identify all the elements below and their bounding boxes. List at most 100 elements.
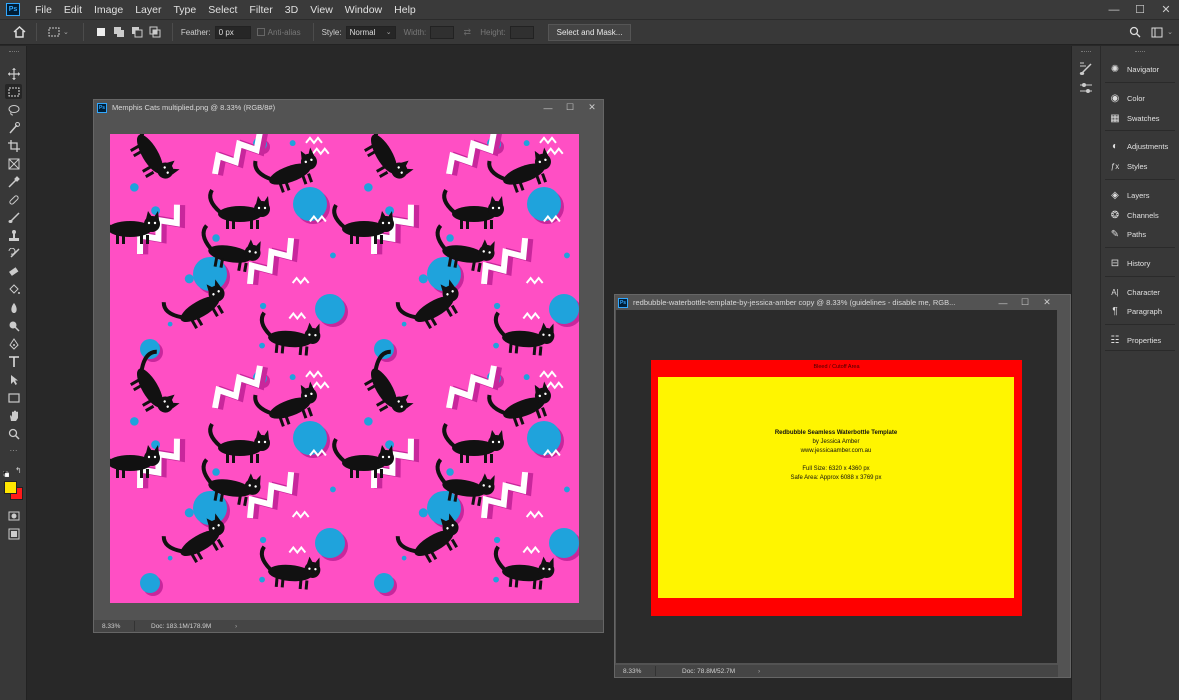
rectangle-tool-icon[interactable] bbox=[5, 390, 22, 405]
panel-properties[interactable]: ☷ Properties bbox=[1109, 334, 1162, 346]
zoom-tool-icon[interactable] bbox=[5, 426, 22, 441]
close-button[interactable]: ✕ bbox=[1036, 295, 1058, 310]
style-value: Normal bbox=[349, 27, 376, 37]
zoom-level[interactable]: 8.33% bbox=[94, 623, 134, 630]
pattern-dot bbox=[493, 576, 499, 583]
pattern-dot bbox=[212, 234, 220, 242]
style-select[interactable]: Normal ⌄ bbox=[345, 25, 396, 39]
default-colors-icon[interactable] bbox=[2, 468, 10, 478]
pattern-dot bbox=[523, 374, 530, 381]
template-full-size: Full Size: 6320 x 4360 px bbox=[802, 466, 870, 472]
menu-3d[interactable]: 3D bbox=[279, 4, 304, 16]
panel-label: Swatches bbox=[1127, 113, 1160, 123]
pattern-dot bbox=[418, 274, 428, 284]
minimize-button[interactable]: — bbox=[537, 100, 559, 115]
intersect-selection-icon[interactable] bbox=[148, 25, 162, 39]
menu-file[interactable]: File bbox=[29, 4, 58, 16]
brush-settings-icon[interactable] bbox=[1079, 62, 1093, 79]
panel-label: Paths bbox=[1127, 229, 1147, 239]
menu-help[interactable]: Help bbox=[388, 4, 422, 16]
menu-filter[interactable]: Filter bbox=[243, 4, 278, 16]
panel-paths[interactable]: ✎ Paths bbox=[1109, 228, 1146, 240]
memphis-cats-image bbox=[110, 134, 579, 603]
rectangular-marquee-tool-icon[interactable] bbox=[5, 84, 22, 99]
menu-select[interactable]: Select bbox=[202, 4, 243, 16]
frame-tool-icon[interactable] bbox=[5, 156, 22, 171]
document-title: redbubble-waterbottle-template-by-jessic… bbox=[633, 298, 956, 307]
maximize-button[interactable]: ☐ bbox=[1127, 0, 1153, 19]
marquee-preset-icon[interactable] bbox=[47, 25, 61, 39]
menu-layer[interactable]: Layer bbox=[129, 4, 167, 16]
document-window-redbubble-template[interactable]: Ps redbubble-waterbottle-template-by-jes… bbox=[614, 294, 1071, 678]
type-tool-icon[interactable] bbox=[5, 354, 22, 369]
zoom-level[interactable]: 8.33% bbox=[615, 668, 655, 675]
chevron-down-icon[interactable]: ⌄ bbox=[63, 28, 69, 36]
quick-selection-tool-icon[interactable] bbox=[5, 120, 22, 135]
document-window-memphis-cats[interactable]: Ps Memphis Cats multiplied.png @ 8.33% (… bbox=[93, 99, 604, 633]
document-title-bar[interactable]: Ps Memphis Cats multiplied.png @ 8.33% (… bbox=[94, 100, 603, 115]
canvas-area: Bleed / Cutoff Area Redbubble Seamless W… bbox=[616, 310, 1057, 663]
minimize-button[interactable]: — bbox=[992, 295, 1014, 310]
dodge-tool-icon[interactable] bbox=[5, 318, 22, 333]
crop-tool-icon[interactable] bbox=[5, 138, 22, 153]
chevron-right-icon[interactable]: › bbox=[758, 668, 760, 675]
pattern-circle bbox=[549, 528, 579, 558]
clone-stamp-tool-icon[interactable] bbox=[5, 228, 22, 243]
panel-channels[interactable]: ❂ Channels bbox=[1109, 209, 1159, 221]
menu-window[interactable]: Window bbox=[339, 4, 388, 16]
screen-mode-icon[interactable] bbox=[5, 526, 22, 541]
home-icon[interactable] bbox=[12, 25, 26, 39]
pattern-dot bbox=[493, 302, 501, 310]
pen-tool-icon[interactable] bbox=[5, 336, 22, 351]
move-tool-icon[interactable] bbox=[5, 66, 22, 81]
path-selection-tool-icon[interactable] bbox=[5, 372, 22, 387]
feather-input[interactable]: 0 px bbox=[214, 25, 251, 39]
blur-tool-icon[interactable] bbox=[5, 300, 22, 315]
maximize-button[interactable]: ☐ bbox=[559, 100, 581, 115]
lasso-tool-icon[interactable] bbox=[5, 102, 22, 117]
panel-layers[interactable]: ◈ Layers bbox=[1109, 189, 1149, 201]
antialias-checkbox[interactable] bbox=[256, 28, 265, 36]
panel-styles[interactable]: ƒx Styles bbox=[1109, 160, 1148, 172]
panel-grip-icon bbox=[1135, 51, 1145, 53]
paths-icon: ✎ bbox=[1110, 228, 1120, 240]
eraser-tool-icon[interactable] bbox=[5, 264, 22, 279]
minimize-button[interactable]: — bbox=[1101, 0, 1127, 19]
panel-swatches[interactable]: ▦ Swatches bbox=[1109, 112, 1160, 124]
close-button[interactable]: ✕ bbox=[1153, 0, 1179, 19]
workspace-icon[interactable] bbox=[1150, 25, 1164, 39]
chevron-right-icon[interactable]: › bbox=[235, 623, 237, 630]
edit-toolbar-icon[interactable]: ··· bbox=[5, 445, 22, 455]
history-brush-tool-icon[interactable] bbox=[5, 246, 22, 261]
close-button[interactable]: ✕ bbox=[581, 100, 603, 115]
panel-paragraph[interactable]: ¶ Paragraph bbox=[1109, 305, 1162, 317]
healing-brush-tool-icon[interactable] bbox=[5, 192, 22, 207]
maximize-button[interactable]: ☐ bbox=[1014, 295, 1036, 310]
chevron-down-icon[interactable]: ⌄ bbox=[1167, 28, 1173, 36]
subtract-selection-icon[interactable] bbox=[130, 25, 144, 39]
add-selection-icon[interactable] bbox=[112, 25, 126, 39]
panel-character[interactable]: A| Character bbox=[1109, 286, 1160, 298]
search-icon[interactable] bbox=[1128, 25, 1142, 39]
brush-tool-icon[interactable] bbox=[5, 210, 22, 225]
eyedropper-tool-icon[interactable] bbox=[5, 174, 22, 189]
menu-edit[interactable]: Edit bbox=[58, 4, 88, 16]
select-and-mask-button[interactable]: Select and Mask... bbox=[547, 23, 632, 41]
swap-colors-icon[interactable]: ↰ bbox=[15, 466, 22, 475]
tool-presets-icon[interactable] bbox=[1079, 82, 1093, 97]
pattern-dot bbox=[130, 183, 139, 192]
window-controls: — ☐ ✕ bbox=[1101, 0, 1179, 19]
menu-type[interactable]: Type bbox=[167, 4, 202, 16]
pattern-dot bbox=[289, 140, 296, 147]
hand-tool-icon[interactable] bbox=[5, 408, 22, 423]
paint-bucket-tool-icon[interactable] bbox=[5, 282, 22, 297]
panel-navigator[interactable]: ✺ Navigator bbox=[1109, 63, 1159, 75]
foreground-color-swatch[interactable] bbox=[4, 481, 17, 494]
menu-image[interactable]: Image bbox=[88, 4, 129, 16]
menu-view[interactable]: View bbox=[304, 4, 339, 16]
panel-adjustments[interactable]: ◐ Adjustments bbox=[1109, 140, 1168, 152]
quick-mask-icon[interactable] bbox=[5, 508, 22, 523]
new-selection-icon[interactable] bbox=[94, 25, 108, 39]
panel-history[interactable]: ⊟ History bbox=[1109, 257, 1151, 269]
panel-color[interactable]: ◉ Color bbox=[1109, 92, 1145, 104]
